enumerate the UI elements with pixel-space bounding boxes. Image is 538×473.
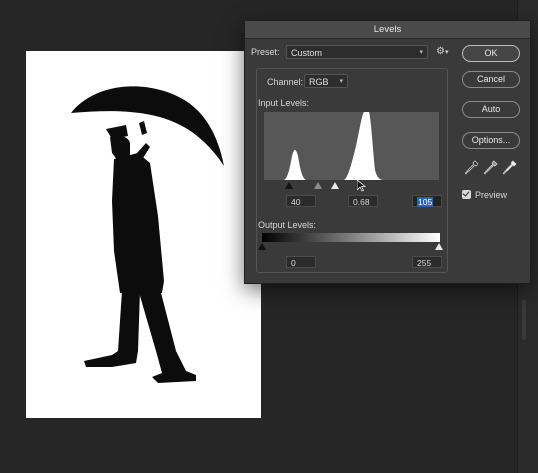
white-eyedropper-icon[interactable]: [503, 160, 517, 176]
channel-label: Channel:: [267, 77, 304, 87]
histogram: [264, 112, 439, 180]
auto-button[interactable]: Auto: [462, 101, 520, 118]
gray-eyedropper-icon[interactable]: [484, 160, 498, 176]
output-black-field[interactable]: 0: [286, 256, 316, 268]
channel-select[interactable]: RGB ▾: [304, 74, 348, 88]
dialog-title: Levels: [245, 21, 530, 39]
output-levels-label: Output Levels:: [258, 220, 317, 230]
output-white-field[interactable]: 255: [412, 256, 442, 268]
output-gradient-bar: [262, 233, 440, 242]
input-gamma-field[interactable]: 0.68: [348, 195, 378, 207]
input-gamma-slider[interactable]: [314, 182, 322, 189]
input-black-field[interactable]: 40: [286, 195, 316, 207]
input-white-value: 105: [417, 197, 434, 207]
chevron-down-icon: ▾: [339, 78, 343, 85]
cancel-button[interactable]: Cancel: [462, 71, 520, 88]
preview-checkbox[interactable]: [462, 190, 471, 199]
gear-icon[interactable]: ⚙▾: [436, 46, 450, 58]
input-black-slider[interactable]: [285, 182, 293, 189]
chevron-down-icon: ▾: [419, 49, 423, 56]
preset-label: Preset:: [251, 47, 280, 57]
black-eyedropper-icon[interactable]: [465, 160, 479, 176]
input-white-slider[interactable]: [331, 182, 339, 189]
channel-value: RGB: [309, 77, 329, 87]
options-button[interactable]: Options...: [462, 132, 520, 149]
preset-select[interactable]: Custom ▾: [286, 45, 428, 59]
input-white-field[interactable]: 105: [412, 195, 442, 207]
input-levels-label: Input Levels:: [258, 98, 310, 108]
mouse-cursor-icon: [357, 180, 366, 192]
output-black-slider[interactable]: [258, 243, 266, 250]
silhouette-artwork: [71, 86, 224, 383]
preview-label: Preview: [475, 190, 508, 200]
output-white-slider[interactable]: [435, 243, 443, 250]
preset-value: Custom: [291, 48, 323, 58]
ok-button[interactable]: OK: [462, 45, 520, 62]
document-canvas[interactable]: [26, 51, 261, 418]
